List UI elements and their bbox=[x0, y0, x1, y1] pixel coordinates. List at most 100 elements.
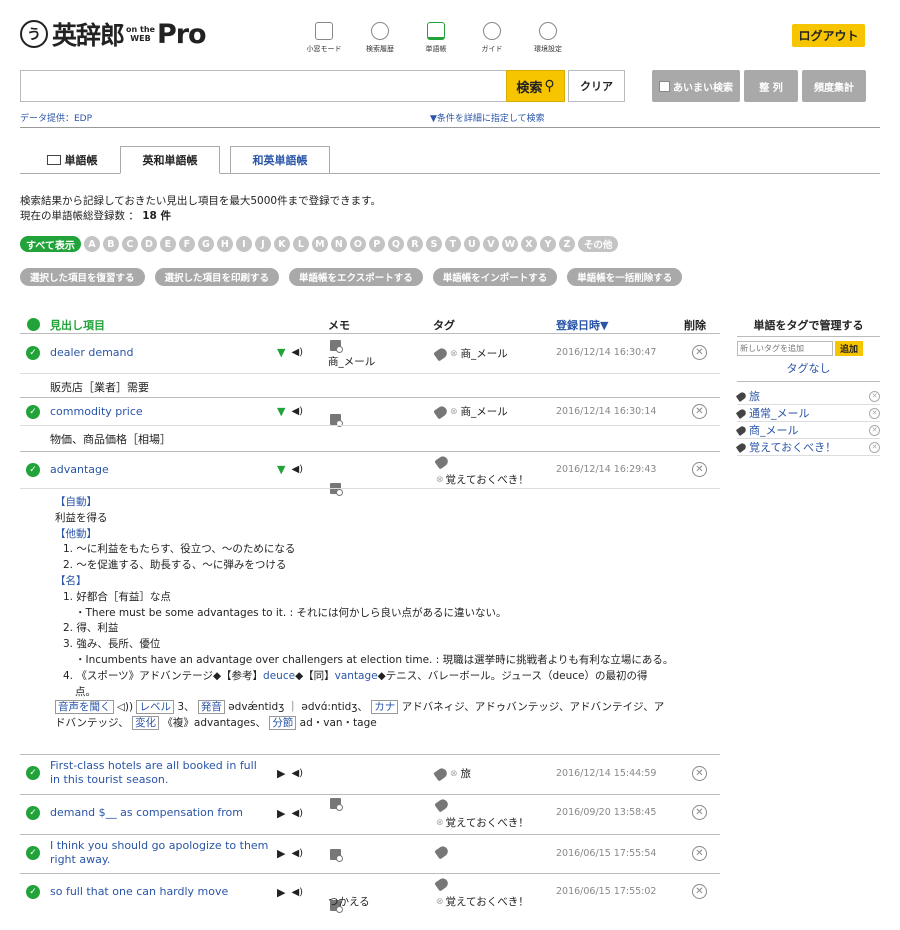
speaker-icon[interactable]: ◁)) bbox=[117, 701, 133, 713]
search-button[interactable]: 検索 ⚲ bbox=[506, 70, 565, 102]
filter-letter[interactable]: A bbox=[83, 236, 100, 252]
tag-icon[interactable] bbox=[434, 797, 450, 813]
headword-link[interactable]: demand $__ as compensation from bbox=[50, 806, 270, 820]
row-checkbox[interactable]: ✓ bbox=[26, 766, 40, 780]
memo-icon[interactable] bbox=[330, 849, 343, 862]
play-icon[interactable]: ▶ bbox=[277, 807, 285, 820]
tab-je[interactable]: 和英単語帳 bbox=[230, 146, 330, 174]
row-checkbox[interactable]: ✓ bbox=[26, 885, 40, 899]
filter-letter[interactable]: O bbox=[349, 236, 366, 252]
small-window-button[interactable]: 小窓モード bbox=[300, 22, 348, 54]
expand-icon[interactable]: ▼ bbox=[277, 463, 285, 476]
expand-icon[interactable]: ▼ bbox=[277, 405, 285, 418]
tab-ej[interactable]: 英和単語帳 bbox=[120, 146, 220, 174]
memo-icon[interactable] bbox=[330, 340, 343, 353]
headword-link[interactable]: commodity price bbox=[50, 405, 270, 419]
tab-wordbook[interactable]: 単語帳 bbox=[32, 146, 112, 174]
filter-letter[interactable]: D bbox=[140, 236, 157, 252]
filter-letter[interactable]: J bbox=[254, 236, 271, 252]
print-selected-button[interactable]: 選択した項目を印刷する bbox=[154, 268, 280, 286]
ref-link[interactable]: deuce bbox=[263, 670, 295, 682]
row-checkbox[interactable]: ✓ bbox=[26, 346, 40, 360]
headword-link[interactable]: so full that one can hardly move bbox=[50, 885, 270, 899]
delete-tag-icon[interactable]: ✕ bbox=[869, 407, 880, 419]
filter-letter[interactable]: B bbox=[102, 236, 119, 252]
filter-letter[interactable]: W bbox=[501, 236, 518, 252]
remove-tag-icon[interactable]: ⊗ bbox=[436, 475, 444, 485]
fuzzy-checkbox[interactable] bbox=[659, 80, 670, 92]
play-icon[interactable]: ▶ bbox=[277, 847, 285, 860]
filter-letter[interactable]: S bbox=[425, 236, 442, 252]
filter-other[interactable]: その他 bbox=[577, 236, 619, 252]
delete-row-icon[interactable]: ✕ bbox=[692, 766, 707, 781]
speaker-icon[interactable]: ◀) bbox=[291, 347, 303, 358]
filter-letter[interactable]: E bbox=[159, 236, 176, 252]
delete-row-icon[interactable]: ✕ bbox=[692, 846, 707, 861]
remove-tag-icon[interactable]: ⊗ bbox=[450, 769, 458, 779]
delete-tag-icon[interactable]: ✕ bbox=[869, 390, 880, 402]
delete-row-icon[interactable]: ✕ bbox=[692, 805, 707, 820]
filter-all[interactable]: すべて表示 bbox=[20, 236, 81, 252]
delete-tag-icon[interactable]: ✕ bbox=[869, 424, 880, 436]
clear-button[interactable]: クリア bbox=[568, 70, 625, 102]
delete-all-button[interactable]: 単語帳を一括削除する bbox=[567, 268, 683, 286]
play-icon[interactable]: ▶ bbox=[277, 767, 285, 780]
wordbook-button[interactable]: 単語帳 bbox=[412, 22, 460, 54]
filter-letter[interactable]: G bbox=[197, 236, 214, 252]
col-date[interactable]: 登録日時▼ bbox=[556, 317, 608, 333]
filter-letter[interactable]: I bbox=[235, 236, 252, 252]
delete-row-icon[interactable]: ✕ bbox=[692, 404, 707, 419]
remove-tag-icon[interactable]: ⊗ bbox=[450, 407, 458, 417]
delete-row-icon[interactable]: ✕ bbox=[692, 462, 707, 477]
tag-icon[interactable] bbox=[434, 844, 450, 860]
speaker-icon[interactable]: ◀) bbox=[291, 887, 303, 898]
import-button[interactable]: 単語帳をインポートする bbox=[432, 268, 558, 286]
frequency-button[interactable]: 頻度集計 bbox=[802, 70, 866, 102]
tag-icon[interactable] bbox=[433, 345, 449, 362]
delete-tag-icon[interactable]: ✕ bbox=[869, 441, 880, 453]
audio-label[interactable]: 音声を聞く bbox=[55, 700, 114, 715]
remove-tag-icon[interactable]: ⊗ bbox=[450, 349, 458, 359]
headword-link[interactable]: dealer demand bbox=[50, 346, 270, 360]
filter-letter[interactable]: M bbox=[311, 236, 328, 252]
filter-letter[interactable]: T bbox=[444, 236, 461, 252]
delete-row-icon[interactable]: ✕ bbox=[692, 345, 707, 360]
filter-letter[interactable]: Q bbox=[387, 236, 404, 252]
history-button[interactable]: 検索履歴 bbox=[356, 22, 404, 54]
filter-letter[interactable]: K bbox=[273, 236, 290, 252]
speaker-icon[interactable]: ◀) bbox=[291, 848, 303, 859]
row-checkbox[interactable]: ✓ bbox=[26, 405, 40, 419]
ref-link[interactable]: vantage bbox=[335, 670, 378, 682]
remove-tag-icon[interactable]: ⊗ bbox=[436, 818, 444, 828]
filter-letter[interactable]: P bbox=[368, 236, 385, 252]
filter-letter[interactable]: X bbox=[520, 236, 537, 252]
row-checkbox[interactable]: ✓ bbox=[26, 806, 40, 820]
side-tag-item[interactable]: 覚えておくべき！ ✕ bbox=[735, 439, 880, 456]
review-selected-button[interactable]: 選択した項目を復習する bbox=[20, 268, 145, 286]
play-icon[interactable]: ▶ bbox=[277, 886, 285, 899]
settings-button[interactable]: 環境設定 bbox=[524, 22, 572, 54]
fuzzy-search-toggle[interactable]: あいまい検索 bbox=[652, 70, 740, 102]
guide-button[interactable]: ガイド bbox=[468, 22, 516, 54]
headword-link[interactable]: advantage bbox=[50, 463, 270, 477]
speaker-icon[interactable]: ◀) bbox=[291, 406, 303, 417]
side-tag-item[interactable]: 旅 ✕ bbox=[735, 388, 880, 405]
speaker-icon[interactable]: ◀) bbox=[291, 768, 303, 779]
side-tag-item[interactable]: 商_メール ✕ bbox=[735, 422, 880, 439]
remove-tag-icon[interactable]: ⊗ bbox=[436, 897, 444, 907]
row-checkbox[interactable]: ✓ bbox=[26, 846, 40, 860]
filter-letter[interactable]: R bbox=[406, 236, 423, 252]
row-checkbox[interactable]: ✓ bbox=[26, 463, 40, 477]
filter-letter[interactable]: Y bbox=[539, 236, 556, 252]
side-tag-item[interactable]: 通常_メール ✕ bbox=[735, 405, 880, 422]
filter-letter[interactable]: L bbox=[292, 236, 309, 252]
expand-icon[interactable]: ▼ bbox=[277, 346, 285, 359]
filter-letter[interactable]: C bbox=[121, 236, 138, 252]
logout-button[interactable]: ログアウト bbox=[792, 24, 865, 47]
filter-letter[interactable]: Z bbox=[558, 236, 575, 252]
filter-letter[interactable]: F bbox=[178, 236, 195, 252]
filter-letter[interactable]: H bbox=[216, 236, 233, 252]
new-tag-input[interactable] bbox=[737, 341, 833, 356]
search-input[interactable] bbox=[20, 70, 565, 102]
speaker-icon[interactable]: ◀) bbox=[291, 464, 303, 475]
